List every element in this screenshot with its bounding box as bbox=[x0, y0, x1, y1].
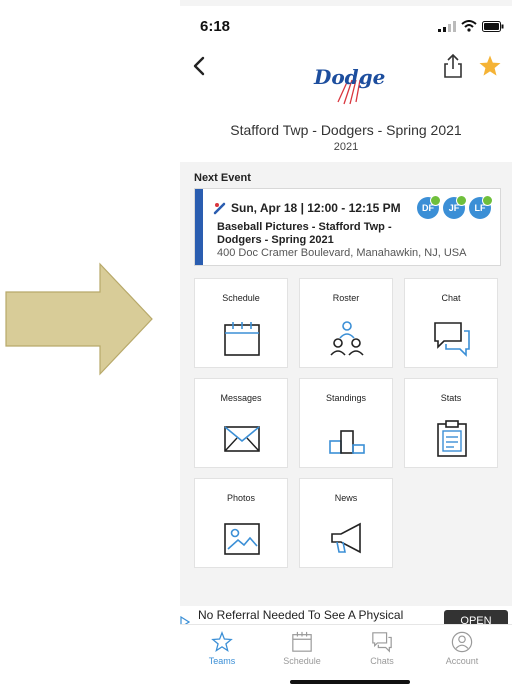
megaphone-icon bbox=[331, 522, 361, 554]
tile-roster[interactable]: Roster bbox=[299, 278, 393, 368]
event-title: Baseball Pictures - Stafford Twp - Dodge… bbox=[217, 221, 392, 246]
tab-schedule[interactable]: Schedule bbox=[272, 631, 332, 671]
picture-icon bbox=[224, 523, 260, 555]
account-icon bbox=[451, 631, 473, 653]
tile-label: News bbox=[334, 493, 358, 503]
podium-icon bbox=[329, 430, 365, 454]
status-bar: 6:18 bbox=[180, 0, 512, 44]
checkmark-icon bbox=[430, 195, 441, 206]
tile-label: Chat bbox=[441, 293, 461, 303]
team-header: Dodgers bbox=[180, 44, 512, 116]
team-season: 2021 bbox=[333, 141, 359, 153]
tile-news[interactable]: News bbox=[299, 478, 393, 568]
tile-label: Photos bbox=[226, 493, 256, 503]
back-button[interactable] bbox=[188, 52, 210, 80]
chat-bubbles-icon bbox=[372, 632, 392, 653]
signal-icon bbox=[438, 20, 456, 32]
tab-chats[interactable]: Chats bbox=[352, 631, 412, 671]
battery-icon bbox=[482, 20, 504, 32]
avatar[interactable]: JF bbox=[443, 195, 467, 219]
avatar[interactable]: LF bbox=[469, 195, 493, 219]
calendar-icon bbox=[224, 322, 260, 356]
tile-photos[interactable]: Photos bbox=[194, 478, 288, 568]
tile-chat[interactable]: Chat bbox=[404, 278, 498, 368]
home-indicator bbox=[290, 680, 410, 684]
wifi-icon bbox=[461, 20, 477, 32]
team-logo: Dodgers bbox=[308, 50, 407, 108]
tab-label: Teams bbox=[208, 656, 236, 666]
star-icon bbox=[479, 55, 501, 76]
tile-label: Schedule bbox=[222, 293, 260, 303]
tile-messages[interactable]: Messages bbox=[194, 378, 288, 468]
tab-label: Account bbox=[445, 656, 479, 666]
team-name: Stafford Twp - Dodgers - Spring 2021 bbox=[230, 122, 462, 138]
event-date: Sun, Apr 18 | 12:00 - 12:15 PM bbox=[231, 201, 401, 215]
people-icon bbox=[330, 321, 364, 356]
tile-schedule[interactable]: Schedule bbox=[194, 278, 288, 368]
tile-label: Roster bbox=[332, 293, 360, 303]
status-icons bbox=[438, 20, 504, 32]
tab-label: Chats bbox=[370, 656, 394, 666]
tile-label: Standings bbox=[325, 393, 367, 403]
chevron-left-icon bbox=[193, 56, 205, 76]
event-address: 400 Doc Cramer Boulevard, Manahawkin, NJ… bbox=[217, 247, 467, 259]
tab-bar: Teams Schedule Chats Account bbox=[180, 624, 512, 687]
pointer-arrow-icon bbox=[4, 262, 154, 376]
status-time: 6:18 bbox=[200, 18, 231, 35]
star-outline-icon bbox=[211, 631, 233, 652]
event-stripe bbox=[195, 189, 203, 265]
favorite-button[interactable] bbox=[478, 54, 502, 78]
avatar[interactable]: DF bbox=[417, 195, 441, 219]
checkmark-icon bbox=[482, 195, 493, 206]
tile-stats[interactable]: Stats bbox=[404, 378, 498, 468]
tab-account[interactable]: Account bbox=[432, 631, 492, 671]
tab-label: Schedule bbox=[283, 656, 321, 666]
clipboard-icon bbox=[437, 420, 467, 457]
chat-bubbles-icon bbox=[434, 322, 470, 357]
next-event-heading: Next Event bbox=[194, 172, 251, 184]
attendee-avatars: DF JF LF bbox=[417, 195, 493, 219]
share-icon bbox=[444, 53, 462, 78]
share-button[interactable] bbox=[442, 52, 464, 80]
tab-teams[interactable]: Teams bbox=[192, 631, 252, 671]
calendar-icon bbox=[292, 631, 312, 652]
next-event-card[interactable]: Sun, Apr 18 | 12:00 - 12:15 PM DF JF LF … bbox=[194, 188, 501, 266]
tile-standings[interactable]: Standings bbox=[299, 378, 393, 468]
envelope-icon bbox=[224, 426, 260, 452]
checkmark-icon bbox=[456, 195, 467, 206]
baseball-bat-icon bbox=[213, 202, 226, 215]
ad-banner[interactable]: No Referral Needed To See A Physical OPE… bbox=[180, 606, 512, 628]
tile-label: Messages bbox=[220, 393, 262, 403]
phone-screen: 6:18 Dodge Stafford Twp - Dodgers - Spri… bbox=[180, 0, 512, 687]
ad-text: No Referral Needed To See A Physical bbox=[198, 608, 404, 622]
svg-text:Dodgers: Dodgers bbox=[313, 65, 386, 89]
tile-label: Stats bbox=[440, 393, 462, 403]
